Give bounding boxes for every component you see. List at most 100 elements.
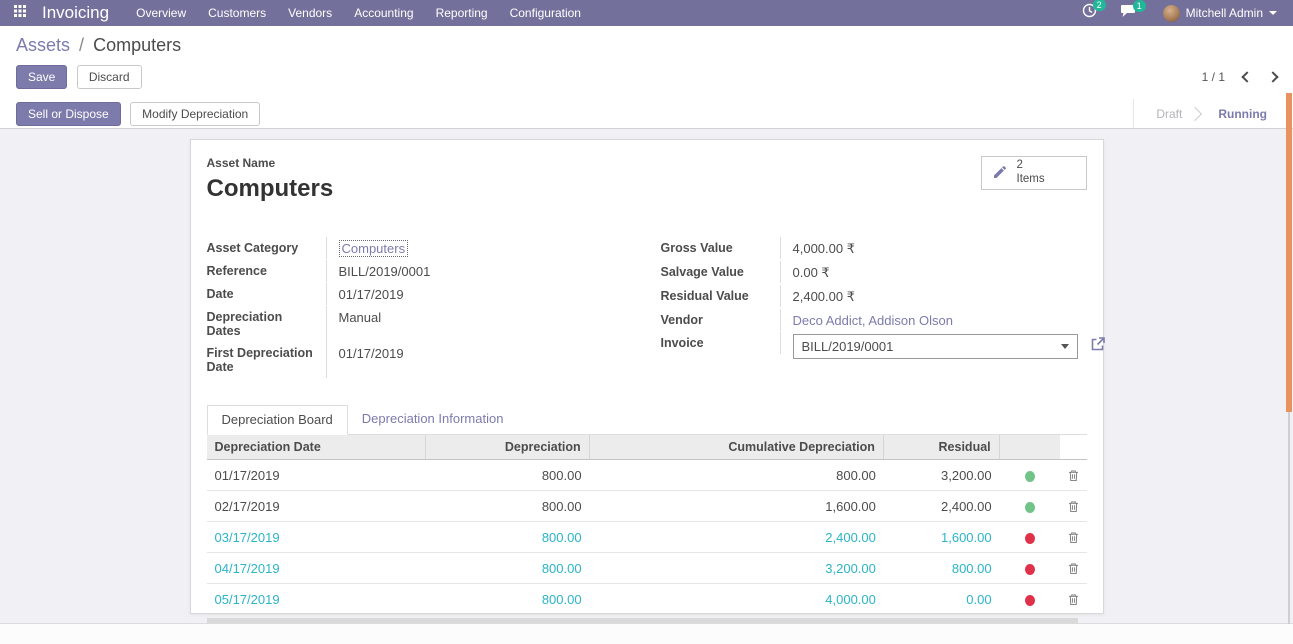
vendor-value[interactable]: Deco Addict, Addison Olson	[781, 309, 953, 332]
activities-badge: 2	[1093, 0, 1106, 11]
asset-name-label: Asset Name	[207, 156, 334, 170]
pager-next-icon[interactable]	[1267, 71, 1278, 82]
delete-row-button[interactable]	[1060, 469, 1087, 482]
menu-vendors[interactable]: Vendors	[277, 0, 343, 26]
cell-depreciation[interactable]: 800.00	[426, 499, 590, 514]
app-name[interactable]: Invoicing	[42, 3, 109, 23]
dropdown-caret-icon	[1061, 344, 1069, 349]
asset-category-value[interactable]: Computers	[339, 240, 409, 257]
breadcrumb-assets-link[interactable]: Assets	[16, 35, 70, 55]
cell-cumulative[interactable]: 4,000.00	[590, 592, 884, 607]
tab-depreciation-information[interactable]: Depreciation Information	[348, 405, 518, 435]
delete-row-button[interactable]	[1060, 500, 1087, 513]
user-menu[interactable]: Mitchell Admin	[1149, 5, 1287, 22]
field-invoice: Invoice BILL/2019/0001	[661, 332, 1087, 361]
cell-depreciation[interactable]: 800.00	[426, 530, 590, 545]
invoice-select[interactable]: BILL/2019/0001	[793, 334, 1078, 359]
pager-previous-icon[interactable]	[1241, 71, 1252, 82]
sell-or-dispose-button[interactable]: Sell or Dispose	[16, 102, 121, 126]
apps-grid-icon	[14, 4, 26, 22]
table-row[interactable]: 01/17/2019 800.00 800.00 3,200.00	[207, 460, 1087, 491]
cell-cumulative[interactable]: 1,600.00	[590, 499, 884, 514]
unposted-status-dot	[1000, 561, 1060, 576]
menu-configuration[interactable]: Configuration	[499, 0, 592, 26]
cell-residual[interactable]: 800.00	[884, 561, 1000, 576]
table-row[interactable]: 04/17/2019 800.00 3,200.00 800.00	[207, 553, 1087, 584]
items-count: 2	[1017, 159, 1023, 171]
depreciation-dates-value[interactable]: Manual	[327, 306, 382, 329]
cell-residual[interactable]: 1,600.00	[884, 530, 1000, 545]
delete-row-button[interactable]	[1060, 531, 1087, 544]
vertical-scrollbar-track	[1288, 412, 1290, 624]
cell-cumulative[interactable]: 2,400.00	[590, 530, 884, 545]
gross-value-label: Gross Value	[661, 237, 781, 259]
cell-date[interactable]: 03/17/2019	[207, 530, 426, 545]
gross-value-value[interactable]: 4,000.00 ₹	[781, 237, 856, 261]
items-stat-button[interactable]: 2 Items	[981, 156, 1087, 190]
action-buttons: Sell or Dispose Modify Depreciation	[16, 102, 260, 126]
first-depreciation-date-value[interactable]: 01/17/2019	[327, 342, 404, 365]
depreciation-dates-label: Depreciation Dates	[207, 306, 327, 342]
menu-customers[interactable]: Customers	[197, 0, 277, 26]
reference-value[interactable]: BILL/2019/0001	[327, 260, 431, 283]
breadcrumb-separator: /	[79, 35, 84, 55]
pencil-icon	[992, 164, 1008, 183]
vertical-scrollbar-thumb[interactable]	[1286, 93, 1292, 412]
cell-residual[interactable]: 0.00	[884, 592, 1000, 607]
table-row[interactable]: 05/17/2019 800.00 4,000.00 0.00	[207, 584, 1087, 615]
residual-value-value[interactable]: 2,400.00 ₹	[781, 285, 856, 309]
external-link-icon[interactable]	[1090, 336, 1106, 357]
navbar-systray: 2 1 Mitchell Admin	[1070, 3, 1287, 23]
cell-cumulative[interactable]: 3,200.00	[590, 561, 884, 576]
vendor-label: Vendor	[661, 309, 781, 331]
pager-value: 1 / 1	[1202, 70, 1225, 84]
cell-depreciation[interactable]: 800.00	[426, 561, 590, 576]
field-vendor: Vendor Deco Addict, Addison Olson	[661, 309, 1087, 332]
salvage-value-label: Salvage Value	[661, 261, 781, 283]
chatter-area	[0, 623, 1293, 644]
header-depreciation[interactable]: Depreciation	[426, 435, 590, 459]
depreciation-table: Depreciation Date Depreciation Cumulativ…	[207, 435, 1087, 625]
activities-button[interactable]: 2	[1070, 3, 1109, 23]
asset-name-value[interactable]: Computers	[207, 175, 334, 203]
status-bar: Draft Running	[1133, 99, 1293, 128]
cell-cumulative[interactable]: 800.00	[590, 468, 884, 483]
cell-residual[interactable]: 3,200.00	[884, 468, 1000, 483]
save-button[interactable]: Save	[16, 65, 67, 89]
tab-bar: Depreciation Board Depreciation Informat…	[207, 404, 1087, 435]
cell-date[interactable]: 04/17/2019	[207, 561, 426, 576]
menu-accounting[interactable]: Accounting	[343, 0, 424, 26]
cell-depreciation[interactable]: 800.00	[426, 592, 590, 607]
modify-depreciation-button[interactable]: Modify Depreciation	[130, 102, 260, 126]
delete-row-button[interactable]	[1060, 593, 1087, 606]
date-value[interactable]: 01/17/2019	[327, 283, 404, 306]
cell-date[interactable]: 02/17/2019	[207, 499, 426, 514]
header-status	[1000, 435, 1060, 459]
table-header-row: Depreciation Date Depreciation Cumulativ…	[207, 435, 1087, 460]
field-salvage-value: Salvage Value 0.00 ₹	[661, 261, 1087, 285]
header-delete	[1060, 435, 1087, 459]
reference-label: Reference	[207, 260, 327, 282]
invoice-value: BILL/2019/0001	[802, 339, 894, 354]
apps-menu-button[interactable]	[6, 4, 34, 22]
header-residual[interactable]: Residual	[884, 435, 1000, 459]
posted-status-dot	[1000, 468, 1060, 483]
tab-depreciation-board[interactable]: Depreciation Board	[207, 405, 348, 435]
cell-residual[interactable]: 2,400.00	[884, 499, 1000, 514]
menu-reporting[interactable]: Reporting	[425, 0, 499, 26]
header-cumulative-depreciation[interactable]: Cumulative Depreciation	[590, 435, 884, 459]
field-groups: Asset Category Computers Reference BILL/…	[207, 237, 1087, 378]
cell-date[interactable]: 01/17/2019	[207, 468, 426, 483]
user-avatar	[1163, 5, 1180, 22]
header-depreciation-date[interactable]: Depreciation Date	[207, 435, 426, 459]
messages-button[interactable]: 1	[1109, 4, 1149, 23]
cell-date[interactable]: 05/17/2019	[207, 592, 426, 607]
salvage-value-value[interactable]: 0.00 ₹	[781, 261, 830, 285]
table-row[interactable]: 03/17/2019 800.00 2,400.00 1,600.00	[207, 522, 1087, 553]
menu-overview[interactable]: Overview	[125, 0, 197, 26]
status-running[interactable]: Running	[1202, 107, 1283, 121]
delete-row-button[interactable]	[1060, 562, 1087, 575]
cell-depreciation[interactable]: 800.00	[426, 468, 590, 483]
discard-button[interactable]: Discard	[77, 65, 142, 89]
table-row[interactable]: 02/17/2019 800.00 1,600.00 2,400.00	[207, 491, 1087, 522]
